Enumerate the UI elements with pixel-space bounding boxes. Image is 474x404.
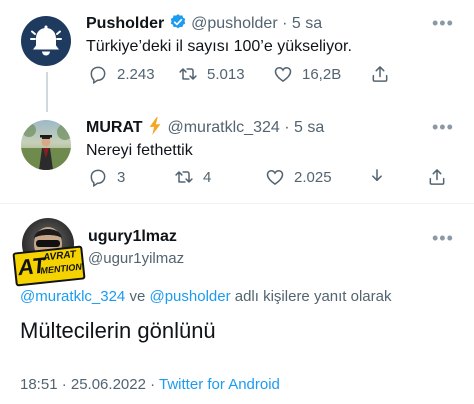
retweet-icon — [179, 68, 197, 80]
tweet-text: Türkiye’deki il sayısı 100’e yükseliyor. — [86, 38, 352, 55]
tweet-text: Nereyi fethettik — [86, 142, 193, 159]
mention-link[interactable]: @muratklc_324 — [20, 288, 125, 305]
retweet-count: 5.013 — [207, 65, 245, 83]
divider — [0, 203, 474, 204]
timestamp[interactable]: · 5 sa — [282, 15, 322, 32]
handle[interactable]: @muratklc_324 — [167, 119, 279, 136]
reply-button[interactable]: 2.243 — [88, 64, 155, 84]
reply-context-suffix: adlı kişilere yanıt olarak — [234, 288, 392, 305]
reply-context: @muratklc_324 ve @pusholder adlı kişiler… — [20, 288, 392, 305]
share-icon — [429, 169, 445, 185]
reply-context-and: ve — [129, 288, 146, 305]
download-icon — [372, 169, 382, 182]
more-icon[interactable]: ••• — [432, 14, 454, 32]
reply-icon — [90, 169, 106, 187]
pusholder-avatar[interactable] — [21, 16, 71, 66]
graduate-photo — [21, 123, 71, 170]
display-name[interactable]: MURAT — [86, 119, 143, 136]
bell-icon — [30, 25, 62, 56]
share-button[interactable] — [427, 167, 447, 187]
reply-button[interactable]: 3 — [88, 167, 125, 187]
timestamp[interactable]: · 5 sa — [284, 119, 324, 136]
share-button[interactable] — [370, 64, 390, 84]
handle[interactable]: @ugur1yilmaz — [88, 250, 184, 267]
reply-count: 3 — [117, 168, 126, 186]
retweet-button[interactable]: 5.013 — [178, 64, 245, 84]
display-name[interactable]: ugury1lmaz — [88, 228, 177, 246]
tweet-timestamp[interactable]: 18:51 · 25.06.2022 · — [20, 376, 155, 393]
like-button[interactable]: 2.025 — [265, 167, 332, 187]
retweet-count: 4 — [203, 168, 212, 186]
lightning-icon — [149, 117, 161, 135]
like-icon — [274, 66, 292, 82]
retweet-icon — [175, 171, 193, 183]
reply-icon — [90, 66, 106, 84]
tweet-text: Mültecilerin gönlünü — [20, 318, 216, 343]
like-count: 16,2B — [302, 65, 342, 83]
more-icon[interactable]: ••• — [432, 229, 454, 247]
like-button[interactable]: 16,2B — [273, 64, 341, 84]
like-icon — [266, 169, 284, 185]
source-link[interactable]: Twitter for Android — [159, 376, 280, 393]
handle[interactable]: @pusholder — [191, 15, 278, 32]
download-button[interactable] — [367, 167, 387, 187]
more-icon[interactable]: ••• — [432, 118, 454, 136]
share-icon — [372, 66, 388, 82]
mention-link[interactable]: @pusholder — [149, 288, 230, 305]
murat-avatar[interactable] — [21, 120, 71, 170]
verified-icon — [170, 14, 185, 29]
thread-line — [46, 72, 48, 112]
retweet-button[interactable]: 4 — [174, 167, 211, 187]
like-count: 2.025 — [294, 168, 332, 186]
reply-count: 2.243 — [117, 65, 155, 83]
avatar-sticker: AT AVRAT MENTION — [12, 245, 86, 287]
display-name[interactable]: Pusholder — [86, 15, 164, 32]
